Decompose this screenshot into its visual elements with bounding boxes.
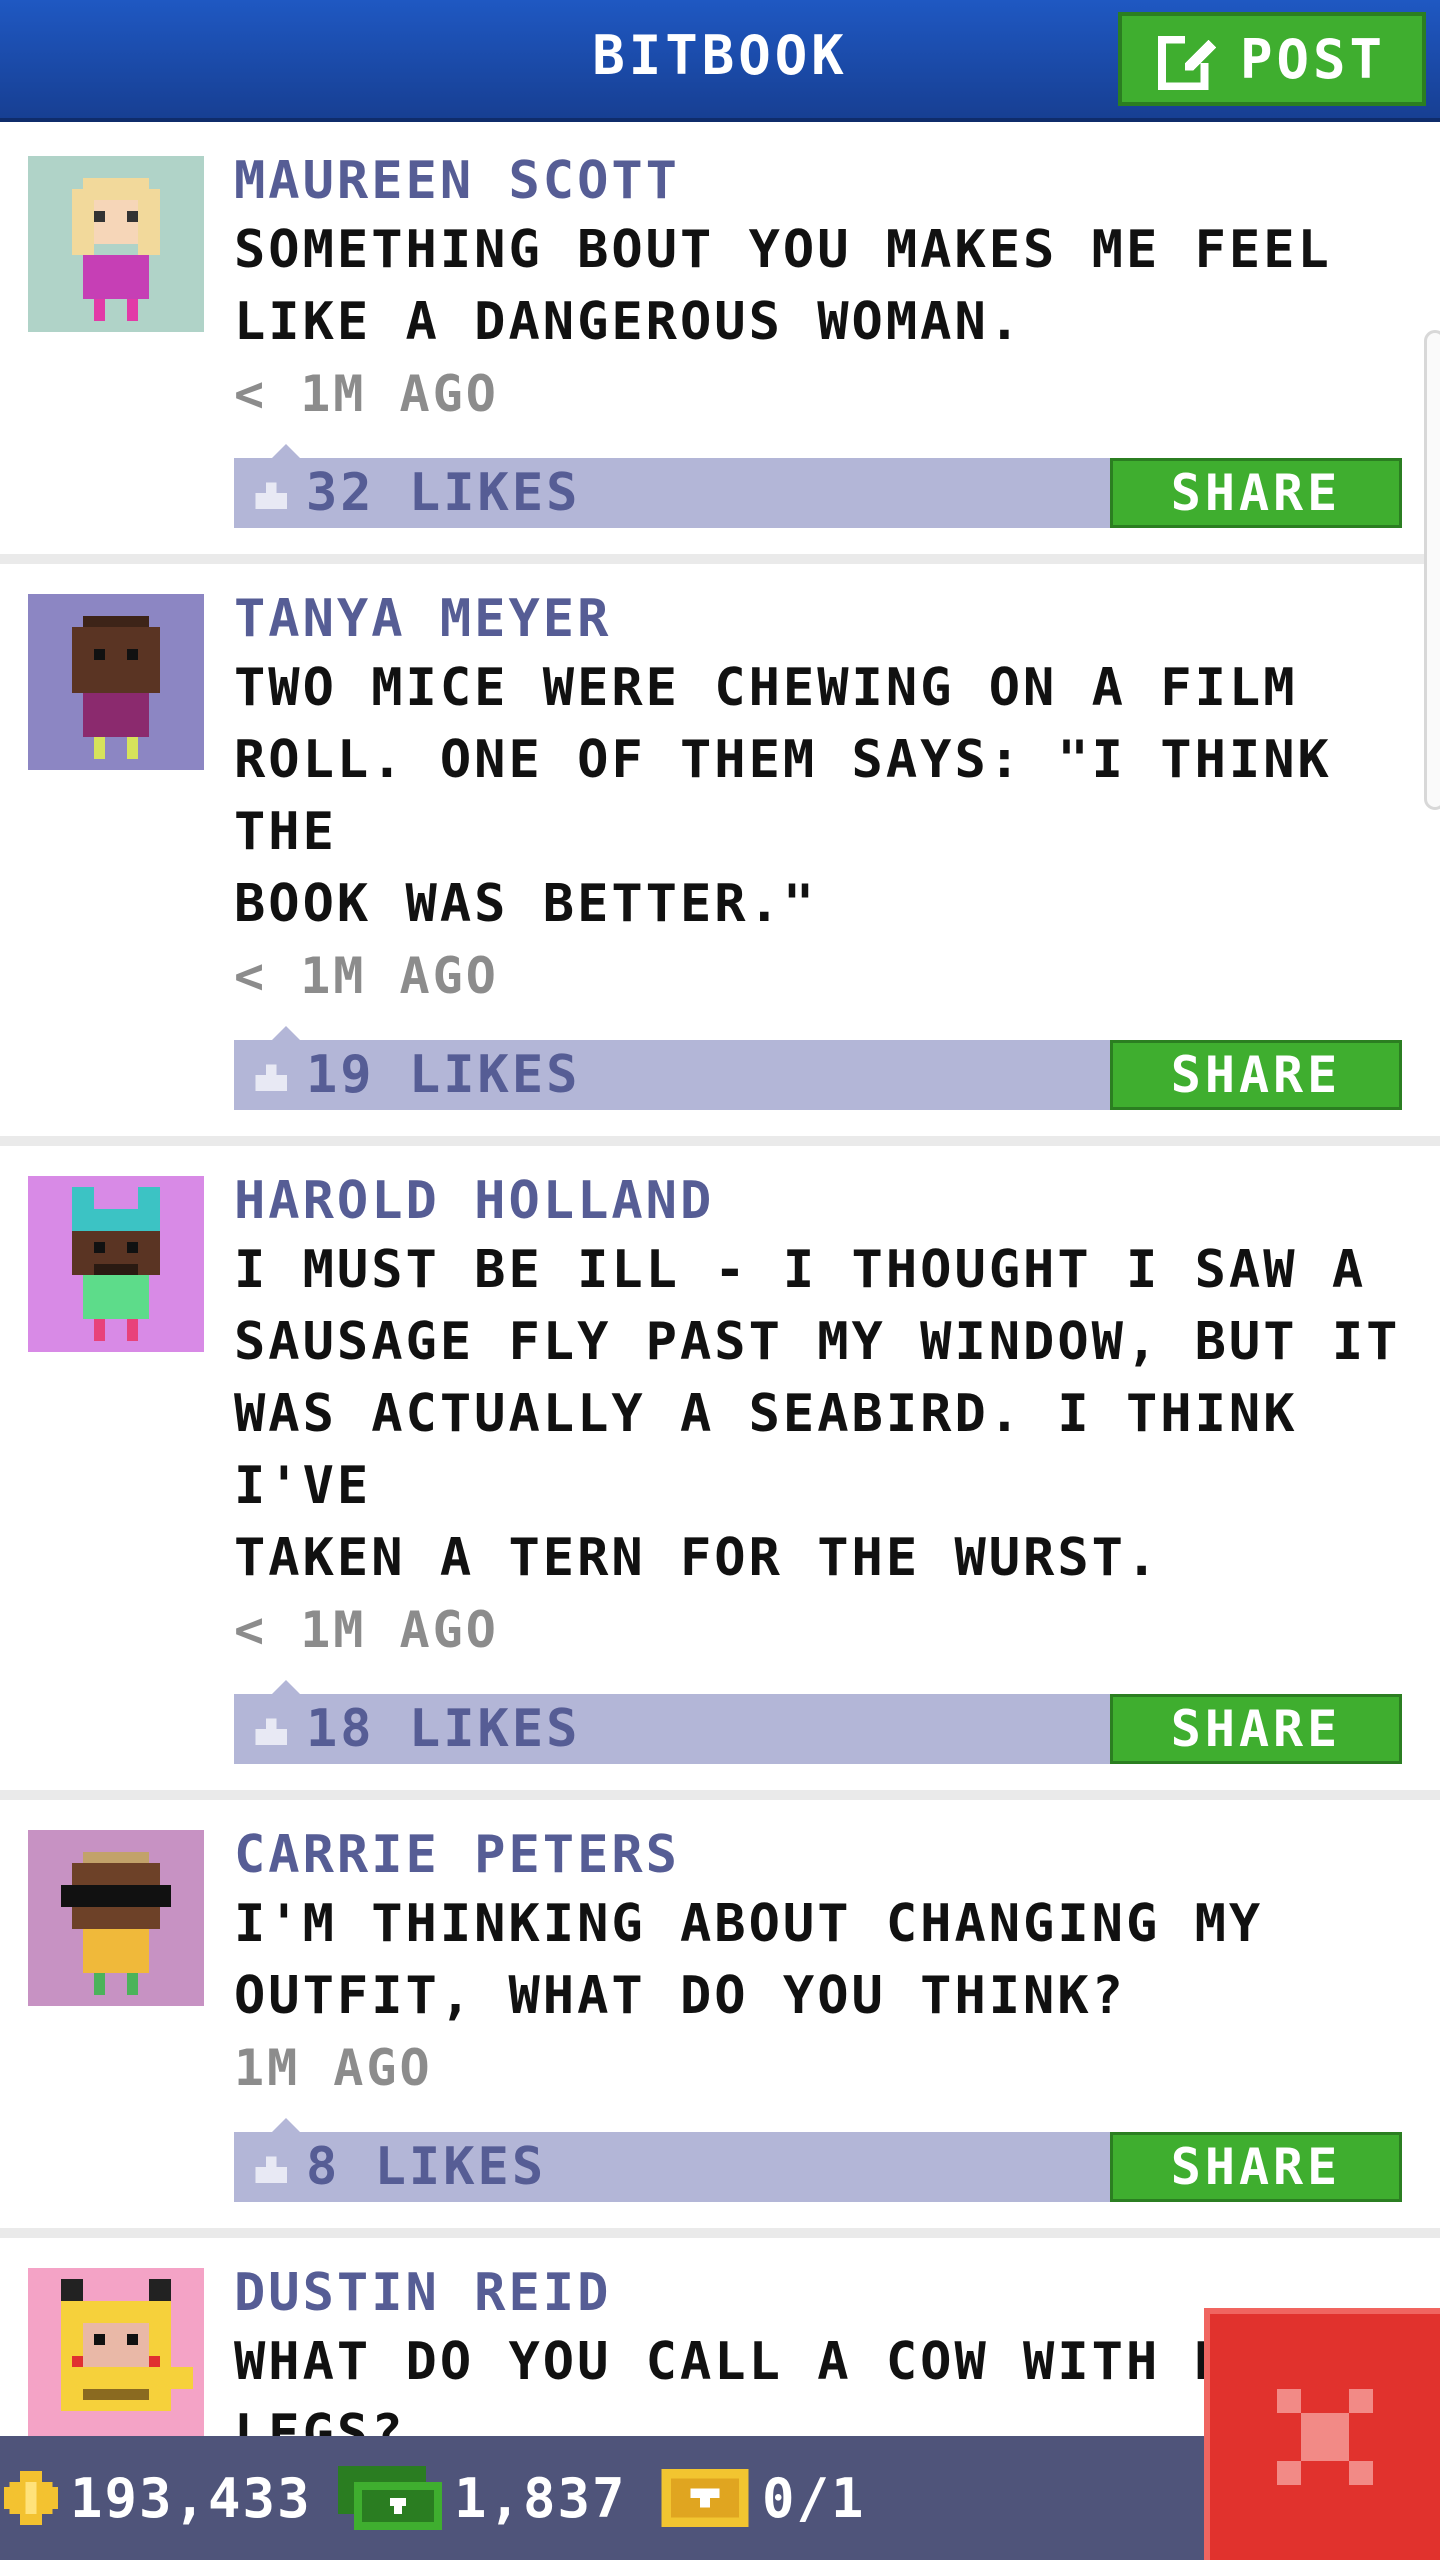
- feed-post: HAROLD HOLLAND I MUST BE ILL - I THOUGHT…: [0, 1146, 1440, 1800]
- likes-bar: 18 LIKES SHARE: [234, 1680, 1402, 1764]
- close-icon: [1277, 2389, 1373, 2485]
- news-feed[interactable]: MAUREEN SCOTT SOMETHING BOUT YOU MAKES M…: [0, 126, 1440, 2560]
- feed-post: MAUREEN SCOTT SOMETHING BOUT YOU MAKES M…: [0, 126, 1440, 564]
- close-button[interactable]: [1204, 2308, 1440, 2560]
- post-time: < 1M AGO: [234, 947, 499, 1005]
- post-text: I MUST BE ILL - I THOUGHT I SAW A SAUSAG…: [234, 1240, 1401, 1588]
- like-count[interactable]: 32 LIKES: [250, 458, 580, 528]
- app-header: BITBOOK POST: [0, 0, 1440, 122]
- thumbs-up-icon: [255, 1064, 287, 1091]
- avatar-dark-skin-woman-icon[interactable]: [28, 594, 204, 770]
- post-button[interactable]: POST: [1118, 12, 1426, 106]
- likes-bar: 32 LIKES SHARE: [234, 444, 1402, 528]
- post-text: I'M THINKING ABOUT CHANGING MY OUTFIT, W…: [234, 1894, 1264, 2026]
- like-count-label: 8 LIKES: [306, 2137, 547, 2197]
- like-count[interactable]: 19 LIKES: [250, 1040, 580, 1110]
- scrollbar[interactable]: [1424, 330, 1440, 810]
- share-button[interactable]: SHARE: [1110, 458, 1402, 528]
- cash-value: 1,837: [454, 2466, 627, 2530]
- post-author[interactable]: MAUREEN SCOTT: [234, 148, 1432, 214]
- likes-bar: 8 LIKES SHARE: [234, 2118, 1402, 2202]
- post-author[interactable]: CARRIE PETERS: [234, 1822, 1432, 1888]
- avatar-yellow-costume-icon[interactable]: [28, 2268, 204, 2444]
- thumbs-up-icon: [255, 482, 287, 509]
- avatar-blonde-woman-icon[interactable]: [28, 156, 204, 332]
- ticket-icon: [661, 2469, 749, 2527]
- like-count-label: 19 LIKES: [306, 1045, 581, 1105]
- post-text: SOMETHING BOUT YOU MAKES ME FEEL LIKE A …: [234, 220, 1332, 352]
- feed-post: TANYA MEYER TWO MICE WERE CHEWING ON A F…: [0, 564, 1440, 1146]
- likes-bar: 19 LIKES SHARE: [234, 1026, 1402, 1110]
- post-time: < 1M AGO: [234, 365, 499, 423]
- avatar-sunglasses-icon[interactable]: [28, 1830, 204, 2006]
- like-count-label: 32 LIKES: [306, 463, 581, 523]
- post-button-label: POST: [1239, 27, 1387, 91]
- post-author[interactable]: TANYA MEYER: [234, 586, 1432, 652]
- tickets-value: 0/1: [762, 2466, 866, 2530]
- cash-icon: [338, 2466, 442, 2530]
- compose-icon: [1157, 31, 1217, 90]
- share-button[interactable]: SHARE: [1110, 1040, 1402, 1110]
- coins-stat: 193,433: [4, 2436, 312, 2560]
- coins-value: 193,433: [70, 2466, 312, 2530]
- avatar-man-with-headphones-icon[interactable]: [28, 1176, 204, 1352]
- thumbs-up-icon: [255, 1718, 287, 1745]
- post-time: < 1M AGO: [234, 1601, 499, 1659]
- post-author[interactable]: HAROLD HOLLAND: [234, 1168, 1432, 1234]
- feed-post: CARRIE PETERS I'M THINKING ABOUT CHANGIN…: [0, 1800, 1440, 2238]
- thumbs-up-icon: [255, 2156, 287, 2183]
- like-count-label: 18 LIKES: [306, 1699, 581, 1759]
- coin-icon: [4, 2471, 58, 2525]
- like-count[interactable]: 8 LIKES: [250, 2132, 546, 2202]
- share-button[interactable]: SHARE: [1110, 1694, 1402, 1764]
- post-time: 1M AGO: [234, 2039, 433, 2097]
- share-button[interactable]: SHARE: [1110, 2132, 1402, 2202]
- post-text: TWO MICE WERE CHEWING ON A FILM ROLL. ON…: [234, 658, 1332, 934]
- like-count[interactable]: 18 LIKES: [250, 1694, 580, 1764]
- tickets-stat: 0/1: [660, 2436, 866, 2560]
- cash-stat: 1,837: [338, 2436, 627, 2560]
